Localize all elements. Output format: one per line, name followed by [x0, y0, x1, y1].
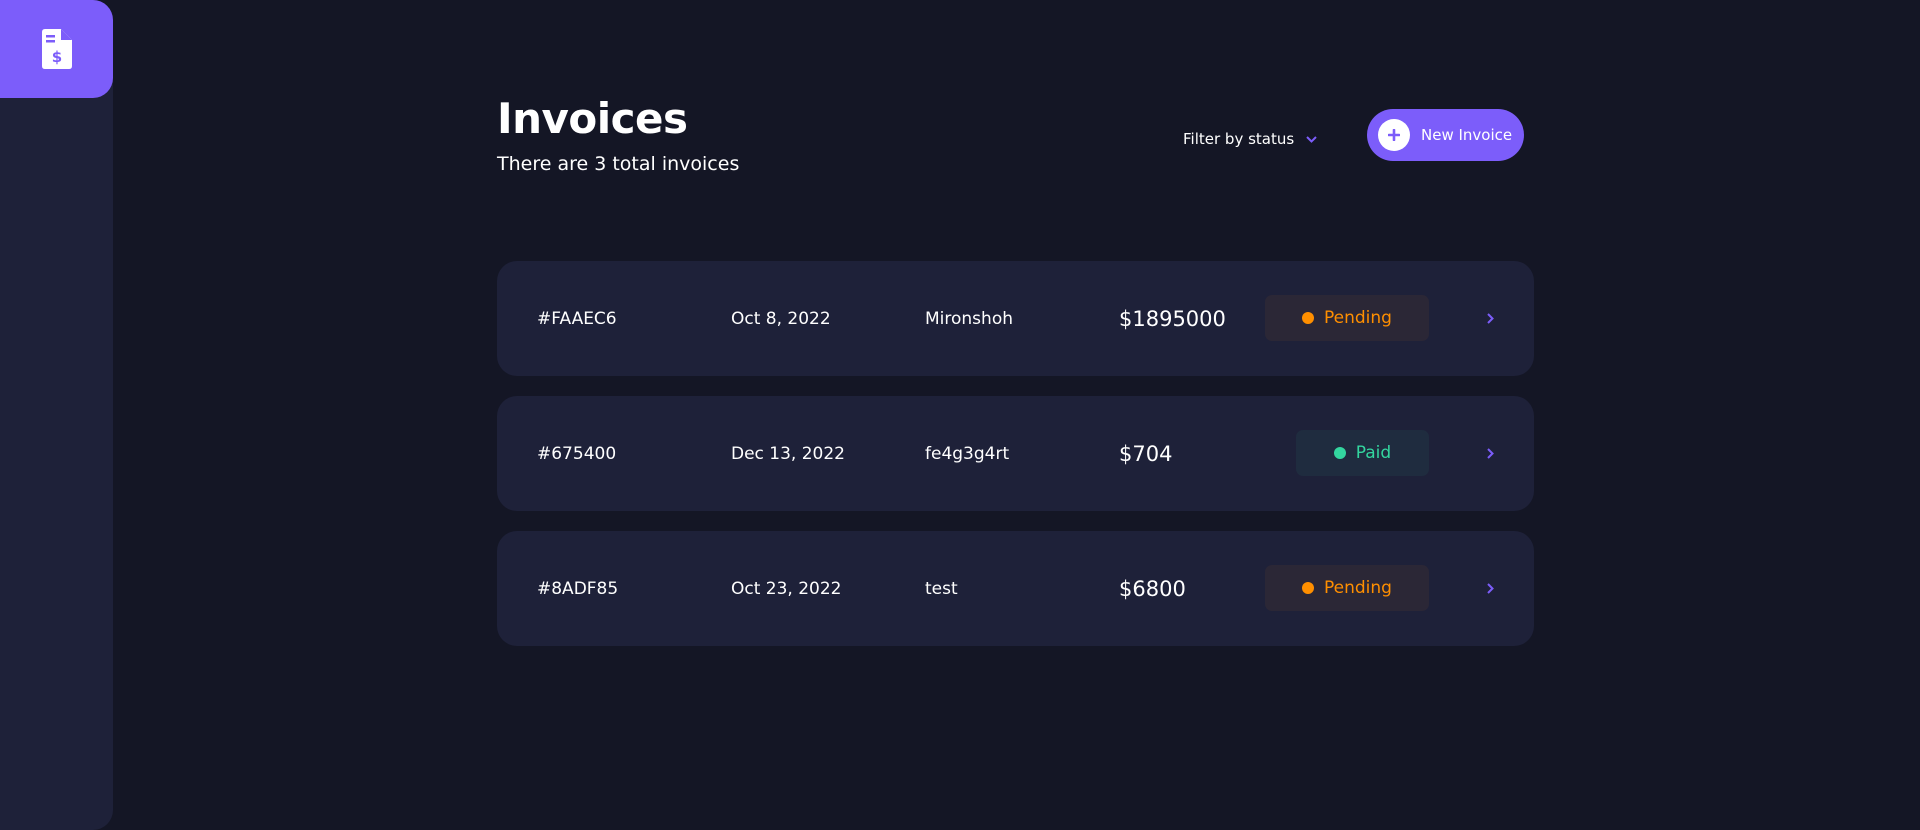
invoice-count-text: There are 3 total invoices	[497, 153, 740, 175]
invoice-list: #FAAEC6 Oct 8, 2022 Mironshoh $1895000 P…	[497, 261, 1534, 666]
chevron-right-icon[interactable]	[1482, 445, 1498, 461]
invoice-date: Dec 13, 2022	[731, 443, 846, 464]
status-label: Pending	[1324, 308, 1392, 328]
invoice-dollar-icon: $	[41, 29, 72, 69]
plus-icon	[1378, 119, 1410, 151]
status-label: Pending	[1324, 578, 1392, 598]
status-dot	[1302, 312, 1315, 324]
invoice-id: #FAAEC6	[537, 308, 617, 329]
svg-text:$: $	[51, 48, 61, 66]
status-label: Paid	[1355, 443, 1392, 463]
invoice-date: Oct 8, 2022	[731, 308, 831, 329]
invoice-id: #675400	[537, 443, 617, 464]
filter-label: Filter by status	[1183, 130, 1295, 148]
status-badge: Pending	[1265, 295, 1429, 341]
invoice-client: fe4g3g4rt	[925, 443, 1010, 464]
chevron-right-icon[interactable]	[1482, 580, 1498, 596]
status-badge: Pending	[1265, 565, 1429, 611]
logo-button[interactable]: $	[0, 0, 113, 98]
filter-by-status-dropdown[interactable]: Filter by status	[1183, 124, 1317, 154]
invoice-row[interactable]: #FAAEC6 Oct 8, 2022 Mironshoh $1895000 P…	[497, 261, 1534, 376]
invoice-row[interactable]: #675400 Dec 13, 2022 fe4g3g4rt $704 Paid	[497, 396, 1534, 511]
chevron-down-icon	[1306, 135, 1317, 143]
status-badge: Paid	[1296, 430, 1429, 476]
chevron-right-icon[interactable]	[1482, 310, 1498, 326]
invoice-amount: $6800	[1119, 576, 1186, 601]
page-header: Invoices There are 3 total invoices Filt…	[497, 94, 1534, 184]
invoice-client: Mironshoh	[925, 308, 1013, 329]
invoice-date: Oct 23, 2022	[731, 578, 842, 599]
invoice-row[interactable]: #8ADF85 Oct 23, 2022 test $6800 Pending	[497, 531, 1534, 646]
invoice-amount: $704	[1119, 441, 1173, 466]
invoice-id: #8ADF85	[537, 578, 619, 599]
new-invoice-label: New Invoice	[1421, 126, 1513, 144]
new-invoice-button[interactable]: New Invoice	[1367, 109, 1524, 161]
page-title: Invoices	[497, 94, 688, 143]
sidebar: $	[0, 0, 113, 830]
status-dot	[1333, 447, 1346, 459]
invoice-amount: $1895000	[1119, 306, 1226, 331]
status-dot	[1302, 582, 1315, 594]
invoice-client: test	[925, 578, 958, 599]
